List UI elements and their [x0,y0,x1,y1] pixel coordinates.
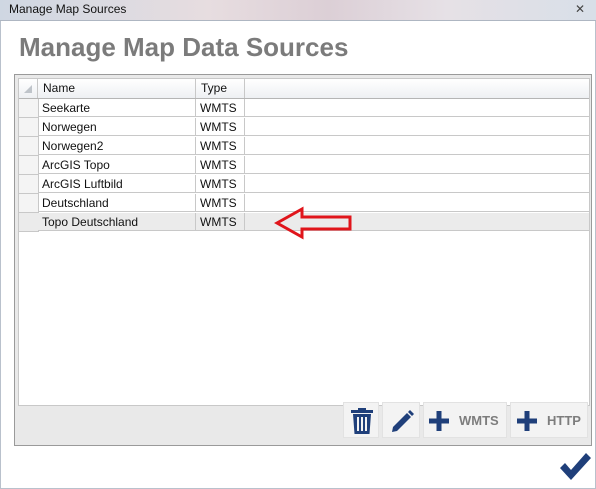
cell-type: WMTS [196,194,245,212]
window-title-bar[interactable]: Manage Map Sources ✕ [0,0,596,21]
table-row[interactable]: Seekarte WMTS [19,99,589,118]
cell-name: Deutschland [38,194,196,212]
table-row[interactable]: Norwegen2 WMTS [19,137,589,156]
cell-filler [245,175,589,193]
checkmark-icon[interactable] [558,450,592,484]
cell-filler [245,118,589,136]
cell-name: Norwegen2 [38,137,196,155]
plus-icon [517,411,537,431]
table-row[interactable]: ArcGIS Luftbild WMTS [19,175,589,194]
add-wmts-button[interactable]: WMTS [423,402,507,438]
row-selector[interactable] [19,99,39,118]
table-row[interactable]: Norwegen WMTS [19,118,589,137]
row-selector[interactable] [19,118,39,137]
annotation-arrow-icon [274,206,352,240]
pencil-icon [392,410,414,432]
row-selector[interactable] [19,194,39,213]
close-button[interactable]: ✕ [572,1,588,17]
sources-table[interactable]: Name Type Seekarte WMTS Norwegen WMTS No… [18,78,590,406]
select-all-corner[interactable] [19,79,38,98]
row-selector[interactable] [19,156,39,175]
cell-type: WMTS [196,213,245,231]
cell-type: WMTS [196,99,245,117]
cell-name: Norwegen [38,118,196,136]
table-header: Name Type [19,79,589,99]
cell-name: ArcGIS Topo [38,156,196,174]
add-http-label: HTTP [547,413,581,428]
cell-filler [245,156,589,174]
corner-triangle-icon [24,85,32,93]
cell-type: WMTS [196,118,245,136]
delete-source-button[interactable] [343,402,379,438]
cell-name: Seekarte [38,99,196,117]
column-header-type[interactable]: Type [196,79,245,98]
plus-icon [429,411,449,431]
window-title: Manage Map Sources [9,2,127,16]
row-selector[interactable] [19,175,39,194]
column-header-filler [245,79,589,98]
cell-filler [245,99,589,117]
add-wmts-label: WMTS [459,413,499,428]
edit-source-button[interactable] [382,402,420,438]
cell-filler [245,137,589,155]
trash-icon [351,408,373,434]
add-http-button[interactable]: HTTP [510,402,588,438]
cell-name: ArcGIS Luftbild [38,175,196,193]
row-selector[interactable] [19,137,39,156]
cell-type: WMTS [196,156,245,174]
cell-name: Topo Deutschland [38,213,196,231]
page-title: Manage Map Data Sources [19,32,349,62]
cell-type: WMTS [196,137,245,155]
sources-panel: Name Type Seekarte WMTS Norwegen WMTS No… [14,74,592,446]
table-row[interactable]: ArcGIS Topo WMTS [19,156,589,175]
row-selector[interactable] [19,213,39,232]
cell-type: WMTS [196,175,245,193]
column-header-name[interactable]: Name [38,79,196,98]
